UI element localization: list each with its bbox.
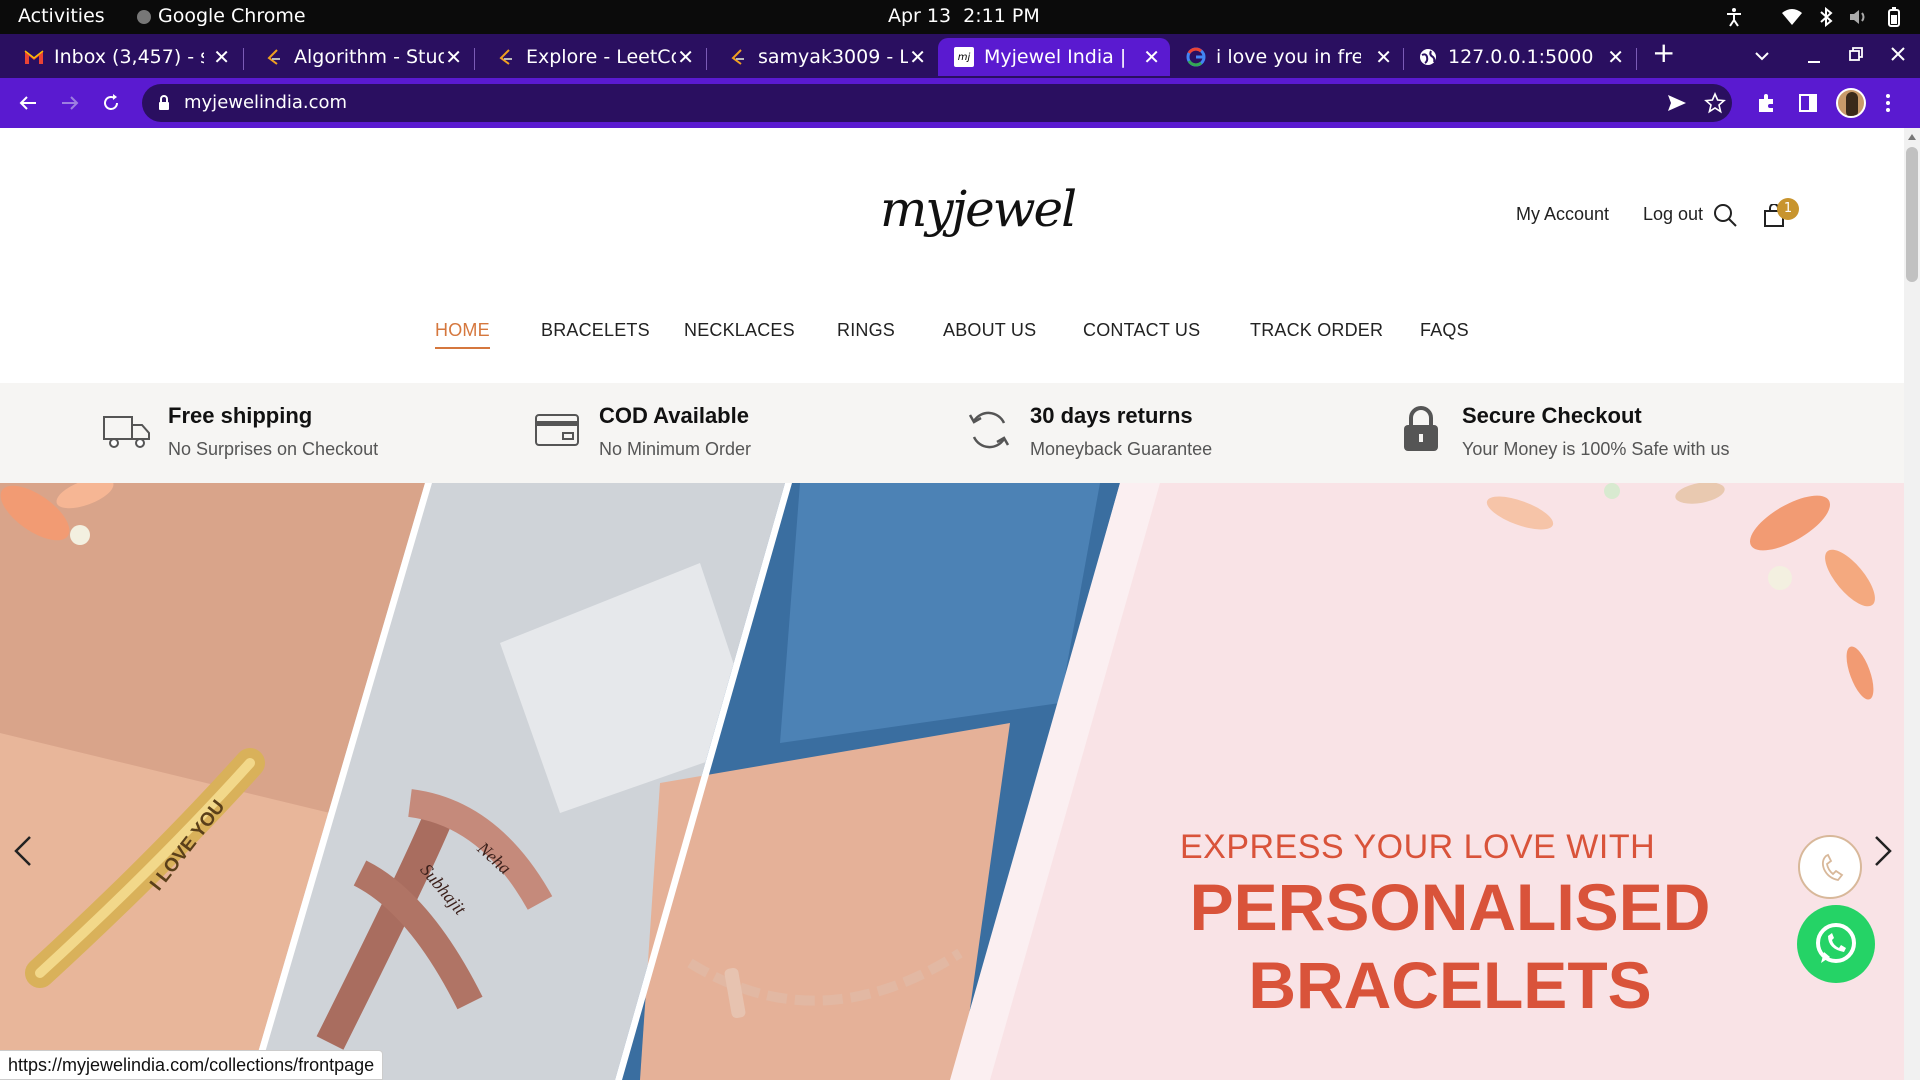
os-top-bar: Activities Google Chrome Apr 13 2:11 PM bbox=[0, 0, 1920, 34]
leetcode-icon bbox=[496, 47, 516, 67]
send-icon[interactable] bbox=[1666, 93, 1688, 113]
menu-kebab-icon[interactable] bbox=[1884, 93, 1892, 113]
whatsapp-button[interactable] bbox=[1797, 905, 1875, 983]
main-nav: HOME BRACELETS NECKLACES RINGS ABOUT US … bbox=[0, 314, 1904, 364]
hero-banner[interactable]: I LOVE YOU Neha Subhajit EXPRESS YOUR LO… bbox=[0, 483, 1904, 1080]
close-tab-icon[interactable]: ✕ bbox=[909, 45, 926, 69]
tab-inbox[interactable]: Inbox (3,457) - sa ✕ bbox=[0, 38, 240, 76]
my-account-link[interactable]: My Account bbox=[1516, 204, 1609, 225]
activities-button[interactable]: Activities bbox=[18, 5, 105, 27]
gmail-icon bbox=[24, 47, 44, 67]
accessibility-icon[interactable] bbox=[1724, 7, 1744, 27]
hero-headline-small: EXPRESS YOUR LOVE WITH bbox=[1180, 828, 1656, 866]
forward-icon[interactable] bbox=[60, 93, 80, 113]
call-button[interactable] bbox=[1798, 835, 1862, 899]
feature-returns: 30 days returns Moneyback Guarantee bbox=[964, 383, 1324, 483]
link-status-bar: https://myjewelindia.com/collections/fro… bbox=[0, 1050, 384, 1080]
close-window-icon[interactable] bbox=[1890, 46, 1906, 62]
hero-line-personalised: PERSONALISED bbox=[1189, 870, 1711, 944]
truck-icon bbox=[103, 416, 150, 448]
hero-line-bracelets: BRACELETS bbox=[1248, 948, 1652, 1022]
tab-myjewel[interactable]: mj Myjewel India | D ✕ bbox=[938, 38, 1170, 76]
site-logo[interactable]: myjewel bbox=[880, 180, 1077, 238]
url-text: myjewelindia.com bbox=[184, 92, 348, 113]
battery-icon[interactable] bbox=[1884, 7, 1904, 27]
refresh-icon bbox=[968, 411, 1010, 449]
feature-secure-checkout: Secure Checkout Your Money is 100% Safe … bbox=[1396, 383, 1816, 483]
lock-icon[interactable] bbox=[158, 95, 170, 111]
new-tab-button[interactable]: + bbox=[1652, 36, 1675, 69]
nav-home[interactable]: HOME bbox=[435, 320, 490, 349]
bluetooth-icon[interactable] bbox=[1816, 7, 1836, 27]
feature-cod: COD Available No Minimum Order bbox=[533, 383, 893, 483]
google-icon bbox=[1186, 47, 1206, 67]
leetcode-icon bbox=[728, 47, 748, 67]
tab-explore[interactable]: Explore - LeetCo ✕ bbox=[472, 38, 704, 76]
logout-link[interactable]: Log out bbox=[1643, 204, 1703, 225]
tab-strip: Inbox (3,457) - sa ✕ Algorithm - Stud ✕ … bbox=[0, 34, 1920, 78]
tab-search-chevron-icon[interactable] bbox=[1754, 50, 1770, 62]
side-panel-icon[interactable] bbox=[1798, 93, 1818, 113]
carousel-next-icon[interactable] bbox=[1872, 833, 1894, 869]
myjewel-icon: mj bbox=[954, 47, 974, 67]
search-icon[interactable] bbox=[1712, 202, 1738, 228]
volume-icon[interactable] bbox=[1848, 7, 1868, 27]
wifi-icon[interactable] bbox=[1782, 7, 1802, 27]
nav-rings[interactable]: RINGS bbox=[837, 320, 895, 341]
scroll-up-arrow-icon[interactable] bbox=[1908, 134, 1916, 140]
nav-bracelets[interactable]: BRACELETS bbox=[541, 320, 650, 341]
carousel-prev-icon[interactable] bbox=[12, 833, 34, 869]
profile-avatar[interactable] bbox=[1836, 88, 1866, 118]
card-icon bbox=[535, 414, 579, 446]
phone-icon bbox=[1821, 853, 1844, 881]
minimize-icon[interactable] bbox=[1806, 48, 1822, 64]
nav-about-us[interactable]: ABOUT US bbox=[943, 320, 1036, 341]
globe-icon bbox=[1418, 47, 1438, 67]
close-tab-icon[interactable]: ✕ bbox=[1375, 45, 1392, 69]
web-page: myjewel My Account Log out 1 HOME BRACEL… bbox=[0, 128, 1904, 1080]
app-menu[interactable]: Google Chrome bbox=[158, 5, 306, 27]
back-icon[interactable] bbox=[18, 93, 38, 113]
cart-count-badge: 1 bbox=[1777, 198, 1799, 220]
scrollbar-thumb[interactable] bbox=[1906, 147, 1918, 282]
restore-icon[interactable] bbox=[1848, 46, 1864, 62]
feature-free-shipping: Free shipping No Surprises on Checkout bbox=[102, 383, 482, 483]
tab-algorithm[interactable]: Algorithm - Stud ✕ bbox=[240, 38, 472, 76]
tab-localhost[interactable]: 127.0.0.1:5000/h ✕ bbox=[1402, 38, 1634, 76]
bookmark-star-icon[interactable] bbox=[1704, 92, 1726, 114]
extensions-icon[interactable] bbox=[1756, 92, 1778, 114]
lock-icon bbox=[1404, 406, 1438, 451]
nav-necklaces[interactable]: NECKLACES bbox=[684, 320, 795, 341]
whatsapp-icon bbox=[1816, 923, 1856, 963]
tab-google-search[interactable]: i love you in fren ✕ bbox=[1170, 38, 1402, 76]
leetcode-icon bbox=[264, 47, 284, 67]
tab-samyak[interactable]: samyak3009 - Le ✕ bbox=[704, 38, 936, 76]
reload-icon[interactable] bbox=[101, 93, 121, 113]
address-bar[interactable]: myjewelindia.com bbox=[142, 84, 1732, 122]
nav-faqs[interactable]: FAQS bbox=[1420, 320, 1469, 341]
browser-toolbar: myjewelindia.com bbox=[0, 78, 1920, 128]
close-tab-icon[interactable]: ✕ bbox=[1143, 45, 1160, 69]
close-tab-icon[interactable]: ✕ bbox=[213, 45, 230, 69]
chrome-app-icon bbox=[137, 10, 151, 24]
hero-headline-large: PERSONALISED BRACELETS bbox=[1180, 868, 1720, 1024]
features-bar: Free shipping No Surprises on Checkout C… bbox=[0, 383, 1904, 483]
nav-contact-us[interactable]: CONTACT US bbox=[1083, 320, 1200, 341]
clock[interactable]: Apr 13 2:11 PM bbox=[888, 5, 1040, 27]
close-tab-icon[interactable]: ✕ bbox=[1607, 45, 1624, 69]
close-tab-icon[interactable]: ✕ bbox=[677, 45, 694, 69]
nav-track-order[interactable]: TRACK ORDER bbox=[1250, 320, 1383, 341]
close-tab-icon[interactable]: ✕ bbox=[445, 45, 462, 69]
